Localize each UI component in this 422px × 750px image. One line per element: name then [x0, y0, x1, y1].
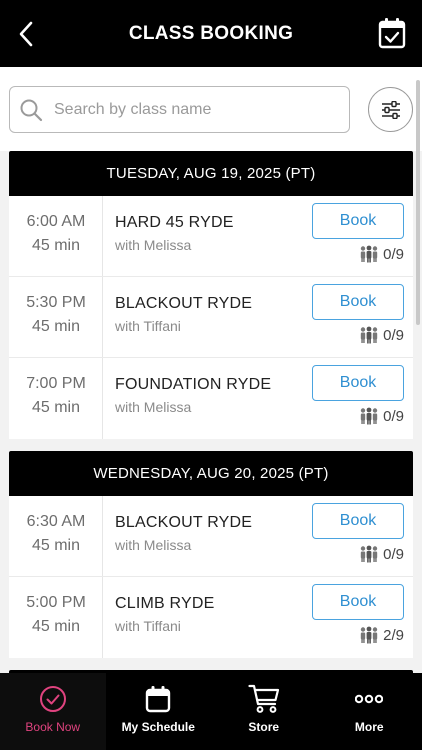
people-icon [360, 626, 378, 644]
class-name: CLIMB RYDE [115, 595, 215, 612]
capacity-count: 0/9 [383, 245, 404, 263]
capacity-indicator: 0/9 [359, 407, 404, 425]
class-row[interactable]: 5:30 PM 45 min BLACKOUT RYDE with Tiffan… [9, 277, 413, 358]
book-button[interactable]: Book [312, 284, 404, 320]
bottom-nav: Book Now My Schedule Store More [0, 673, 422, 750]
book-button[interactable]: Book [312, 503, 404, 539]
capacity-indicator: 0/9 [359, 545, 404, 563]
nav-label: Store [248, 720, 280, 734]
calendar-check-button[interactable] [378, 17, 406, 49]
day-section: TUESDAY, AUG 19, 2025 (PT) 6:00 AM 45 mi… [9, 151, 413, 439]
more-dots-icon [355, 694, 384, 704]
app-screen: CLASS BOOKING Search by class name TUESD… [0, 0, 422, 750]
back-button[interactable] [14, 20, 38, 48]
check-circle-icon [39, 686, 66, 712]
time-column: 6:00 AM 45 min [9, 196, 103, 276]
class-duration: 45 min [31, 318, 81, 335]
class-duration: 45 min [31, 399, 81, 416]
nav-book-now[interactable]: Book Now [0, 673, 106, 750]
class-duration: 45 min [31, 537, 81, 554]
people-icon [360, 407, 378, 425]
class-duration: 45 min [31, 618, 81, 635]
class-name: FOUNDATION RYDE [115, 376, 272, 393]
class-list: TUESDAY, AUG 19, 2025 (PT) 6:00 AM 45 mi… [9, 151, 413, 700]
cart-icon [248, 684, 279, 713]
class-name: BLACKOUT RYDE [115, 295, 253, 312]
time-column: 5:30 PM 45 min [9, 277, 103, 357]
filter-sliders-icon [381, 100, 400, 119]
class-name: BLACKOUT RYDE [115, 514, 253, 531]
nav-store[interactable]: Store [211, 673, 317, 750]
day-header: TUESDAY, AUG 19, 2025 (PT) [9, 151, 413, 196]
search-field[interactable] [9, 86, 350, 133]
book-button[interactable]: Book [312, 365, 404, 401]
time-column: 5:00 PM 45 min [9, 577, 103, 658]
search-icon [20, 99, 43, 121]
class-row[interactable]: 7:00 PM 45 min FOUNDATION RYDE with Meli… [9, 358, 413, 439]
search-bar-area [0, 67, 422, 151]
class-row[interactable]: 6:00 AM 45 min HARD 45 RYDE with Melissa… [9, 196, 413, 277]
class-row[interactable]: 6:30 AM 45 min BLACKOUT RYDE with Meliss… [9, 496, 413, 577]
chevron-left-icon [19, 21, 33, 47]
class-time: 6:00 AM [26, 213, 86, 230]
nav-my-schedule[interactable]: My Schedule [106, 673, 212, 750]
top-header: CLASS BOOKING [0, 0, 422, 67]
nav-label: My Schedule [121, 720, 195, 734]
capacity-count: 2/9 [383, 626, 404, 644]
class-name: HARD 45 RYDE [115, 214, 234, 231]
instructor-name: with Melissa [115, 537, 192, 553]
capacity-count: 0/9 [383, 326, 404, 344]
calendar-icon [146, 686, 171, 713]
instructor-name: with Tiffani [115, 618, 181, 634]
class-time: 7:00 PM [26, 375, 86, 392]
search-input[interactable] [54, 100, 324, 119]
book-button[interactable]: Book [312, 203, 404, 239]
people-icon [360, 326, 378, 344]
class-time: 5:00 PM [26, 594, 86, 611]
capacity-indicator: 2/9 [359, 626, 404, 644]
class-row[interactable]: 5:00 PM 45 min CLIMB RYDE with Tiffani B… [9, 577, 413, 658]
people-icon [360, 245, 378, 263]
scrollbar[interactable] [416, 80, 420, 325]
nav-label: More [354, 720, 384, 734]
filter-button[interactable] [368, 87, 413, 132]
instructor-name: with Tiffani [115, 318, 181, 334]
book-button[interactable]: Book [312, 584, 404, 620]
instructor-name: with Melissa [115, 237, 192, 253]
page-title: CLASS BOOKING [128, 22, 294, 44]
time-column: 7:00 PM 45 min [9, 358, 103, 439]
day-section: WEDNESDAY, AUG 20, 2025 (PT) 6:30 AM 45 … [9, 451, 413, 658]
class-time: 6:30 AM [26, 513, 86, 530]
nav-more[interactable]: More [317, 673, 422, 750]
capacity-indicator: 0/9 [359, 245, 404, 263]
capacity-indicator: 0/9 [359, 326, 404, 344]
class-duration: 45 min [31, 237, 81, 254]
nav-label: Book Now [25, 720, 81, 734]
instructor-name: with Melissa [115, 399, 192, 415]
capacity-count: 0/9 [383, 545, 404, 563]
people-icon [360, 545, 378, 563]
time-column: 6:30 AM 45 min [9, 496, 103, 576]
class-time: 5:30 PM [26, 294, 86, 311]
calendar-check-icon [378, 18, 406, 49]
capacity-count: 0/9 [383, 407, 404, 425]
day-header: WEDNESDAY, AUG 20, 2025 (PT) [9, 451, 413, 496]
